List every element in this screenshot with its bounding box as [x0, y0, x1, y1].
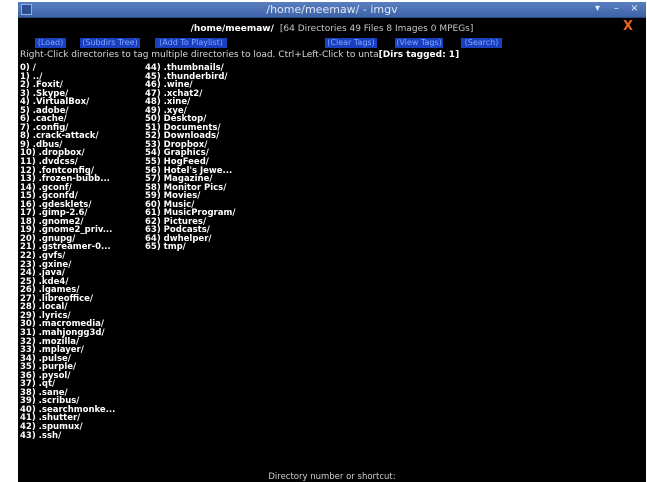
status-prompt: Directory number or shortcut:	[268, 472, 396, 482]
window-menu-icon[interactable]: ▾	[591, 3, 604, 15]
dirs-tagged-count: [Dirs tagged: 1]	[378, 50, 460, 60]
directory-list-left: 0) /1) ../2) .Foxit/3) .Skype/4) .Virtua…	[20, 64, 115, 440]
search-button[interactable]: (Search)	[461, 38, 502, 48]
instructions-text: Right-Click directories to tag multiple …	[20, 50, 379, 60]
instructions: Right-Click directories to tag multiple …	[20, 50, 459, 61]
directory-list-right: 44) .thumbnails/45) .thunderbird/46) .wi…	[145, 64, 235, 252]
imgv-window: /home/meemaw/ - imgv ▾ – × X /home/meema…	[18, 2, 646, 482]
title-bar[interactable]: /home/meemaw/ - imgv ▾ – ×	[18, 2, 646, 18]
add-to-playlist-button[interactable]: (Add To Playlist)	[155, 38, 227, 48]
clear-tags-button[interactable]: (Clear Tags)	[325, 38, 377, 48]
window-title: /home/meemaw/ - imgv	[266, 3, 398, 16]
directory-stats: [64 Directories 49 Files 8 Images 0 MPEG…	[279, 24, 474, 34]
close-window-icon[interactable]: ×	[628, 3, 641, 15]
minimize-icon[interactable]: –	[610, 3, 623, 15]
current-path: /home/meemaw/	[190, 24, 274, 34]
load-button[interactable]: (Load)	[35, 38, 66, 48]
directory-item[interactable]: 43) .ssh/	[20, 431, 115, 441]
directory-header: /home/meemaw/ [64 Directories 49 Files 8 …	[18, 24, 646, 35]
directory-item[interactable]: 65) tmp/	[145, 243, 235, 252]
subdirs-tree-button[interactable]: (Subdirs Tree)	[80, 38, 140, 48]
view-tags-button[interactable]: (View Tags)	[395, 38, 443, 48]
